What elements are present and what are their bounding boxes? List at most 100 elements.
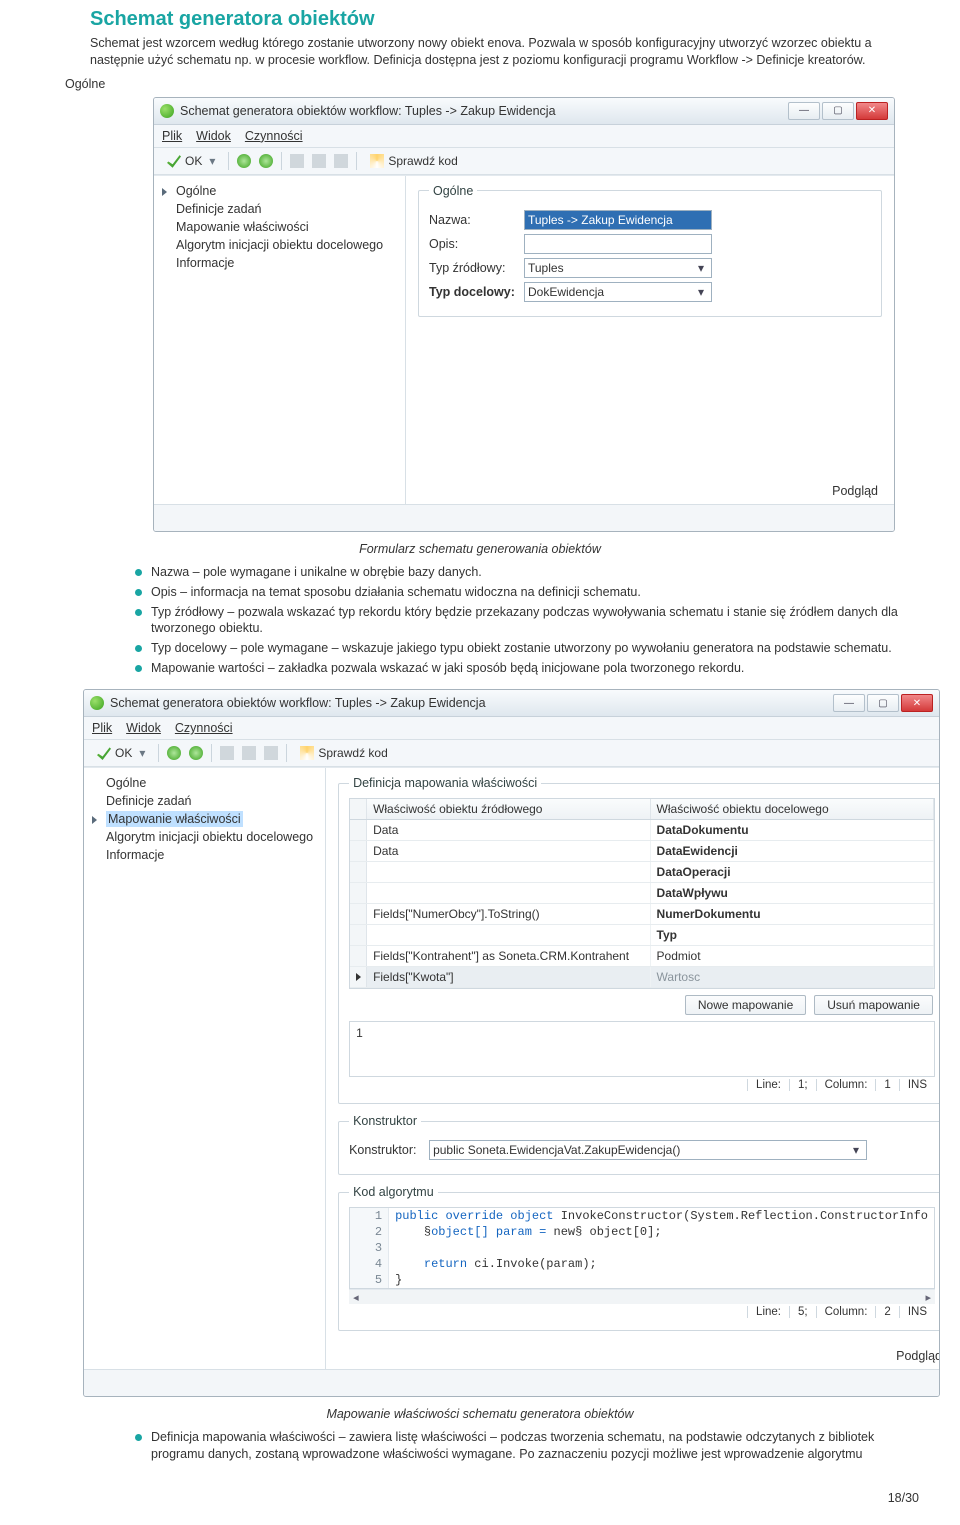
hscrollbar[interactable]: ◂▸ [349, 1289, 935, 1304]
window-title: Schemat generatora obiektów workflow: Tu… [180, 104, 556, 118]
dialog-footer [84, 1369, 939, 1396]
sidebar-item-mapping[interactable]: Mapowanie właściwości [160, 218, 395, 236]
menu-actions[interactable]: Czynności [245, 129, 303, 143]
preview-link[interactable]: Podgląd [832, 484, 878, 498]
bullet-item: Definicja mapowania właściwości – zawier… [135, 1429, 925, 1463]
sidebar-item-tasks[interactable]: Definicje zadań [160, 200, 395, 218]
figure-caption: Formularz schematu generowania obiektów [35, 542, 925, 556]
name-label: Nazwa: [429, 213, 524, 227]
desc-input[interactable] [524, 234, 712, 254]
dialog-footer [154, 504, 894, 531]
nav-fwd-icon[interactable] [259, 154, 273, 168]
table-row[interactable]: Fields["Kontrahent"] as Soneta.CRM.Kontr… [350, 946, 934, 967]
chevron-down-icon: ▾ [849, 1143, 863, 1157]
delete-mapping-button[interactable]: Usuń mapowanie [814, 995, 933, 1015]
menu-actions[interactable]: Czynności [175, 721, 233, 735]
table-row[interactable]: Fields["NumerObcy"].ToString()NumerDokum… [350, 904, 934, 925]
maximize-button[interactable]: ▢ [822, 102, 854, 120]
maximize-button[interactable]: ▢ [867, 694, 899, 712]
menu-view[interactable]: Widok [196, 129, 231, 143]
check-code-button[interactable]: Sprawdź kod [365, 153, 462, 169]
menu-file[interactable]: Plik [92, 721, 112, 735]
fieldset-legend: Kod algorytmu [349, 1185, 438, 1199]
wand-icon [370, 154, 384, 168]
sidebar-item-info[interactable]: Informacje [90, 846, 315, 864]
separator [158, 744, 159, 762]
src-type-combo[interactable]: Tuples▾ [524, 258, 712, 278]
intro-paragraph: Schemat jest wzorcem według którego zost… [35, 35, 925, 69]
ok-button[interactable]: OK▾ [92, 745, 150, 761]
fieldset-constructor: Konstruktor Konstruktor: public Soneta.E… [338, 1114, 940, 1175]
app-icon [160, 104, 174, 118]
menu-file[interactable]: Plik [162, 129, 182, 143]
row-selector-header [350, 799, 367, 819]
bullet-item: Typ źródłowy – pozwala wskazać typ rekor… [135, 604, 925, 638]
expression-editor[interactable]: 1 [349, 1021, 935, 1077]
titlebar: Schemat generatora obiektów workflow: Tu… [84, 690, 939, 717]
menubar: Plik Widok Czynności [84, 717, 939, 740]
editor-status: Line:1; Column:1 INS [349, 1077, 935, 1093]
table-row[interactable]: DataOperacji [350, 862, 934, 883]
column-src[interactable]: Właściwość obiektu źródłowego [367, 799, 650, 819]
sidebar-item-tasks[interactable]: Definicje zadań [90, 792, 315, 810]
separator [281, 152, 282, 170]
content-pane: Definicja mapowania właściwości Właściwo… [326, 768, 940, 1369]
fieldset-legend: Definicja mapowania właściwości [349, 776, 541, 790]
sidebar-item-general[interactable]: Ogólne [90, 774, 315, 792]
check-code-button[interactable]: Sprawdź kod [295, 745, 392, 761]
sidebar-item-init-algorithm[interactable]: Algorytm inicjacji obiektu docelowego [90, 828, 315, 846]
code-status: Line:5; Column:2 INS [349, 1304, 935, 1320]
ok-button[interactable]: OK▾ [162, 153, 220, 169]
check-icon [97, 746, 111, 760]
separator [286, 744, 287, 762]
name-input[interactable] [524, 210, 712, 230]
bullet-item: Nazwa – pole wymagane i unikalne w obręb… [135, 564, 925, 581]
dialog-schema-general: Schemat generatora obiektów workflow: Tu… [153, 97, 895, 532]
sidebar-item-info[interactable]: Informacje [160, 254, 395, 272]
close-button[interactable]: ✕ [856, 102, 888, 120]
separator [228, 152, 229, 170]
code-editor[interactable]: 1public override object InvokeConstructo… [349, 1207, 935, 1289]
sidebar-item-general[interactable]: Ogólne [160, 182, 395, 200]
mapping-grid[interactable]: Właściwość obiektu źródłowego Właściwość… [349, 798, 935, 989]
tool-icon[interactable] [290, 154, 304, 168]
dst-type-combo[interactable]: DokEwidencja▾ [524, 282, 712, 302]
nav-back-icon[interactable] [167, 746, 181, 760]
table-row[interactable]: Fields["Kwota"]Wartosc [350, 967, 934, 988]
sidebar-item-init-algorithm[interactable]: Algorytm inicjacji obiektu docelowego [160, 236, 395, 254]
app-icon [90, 696, 104, 710]
bullet-list: Definicja mapowania właściwości – zawier… [35, 1429, 925, 1463]
toolbar: OK▾ Sprawdź kod [154, 148, 894, 175]
menu-view[interactable]: Widok [126, 721, 161, 735]
table-row[interactable]: Typ [350, 925, 934, 946]
section-heading: Schemat generatora obiektów [35, 8, 925, 31]
table-row[interactable]: DataDataDokumentu [350, 820, 934, 841]
chevron-down-icon: ▾ [694, 285, 708, 299]
tool-icon[interactable] [220, 746, 234, 760]
check-icon [167, 154, 181, 168]
tool-icon[interactable] [264, 746, 278, 760]
constructor-combo[interactable]: public Soneta.EwidencjaVat.ZakupEwidencj… [429, 1140, 867, 1160]
table-row[interactable]: DataWpływu [350, 883, 934, 904]
dialog-schema-mapping: Schemat generatora obiektów workflow: Tu… [83, 689, 940, 1397]
separator [211, 744, 212, 762]
close-button[interactable]: ✕ [901, 694, 933, 712]
chevron-down-icon: ▾ [694, 261, 708, 275]
column-dst[interactable]: Właściwość obiektu docelowego [651, 799, 934, 819]
minimize-button[interactable]: — [788, 102, 820, 120]
table-row[interactable]: DataDataEwidencji [350, 841, 934, 862]
minimize-button[interactable]: — [833, 694, 865, 712]
tool-icon[interactable] [334, 154, 348, 168]
nav-back-icon[interactable] [237, 154, 251, 168]
new-mapping-button[interactable]: Nowe mapowanie [685, 995, 806, 1015]
preview-link[interactable]: Podgląd [896, 1349, 940, 1363]
toolbar: OK▾ Sprawdź kod [84, 740, 939, 767]
menubar: Plik Widok Czynności [154, 125, 894, 148]
bullet-item: Typ docelowy – pole wymagane – wskazuje … [135, 640, 925, 657]
nav-fwd-icon[interactable] [189, 746, 203, 760]
tool-icon[interactable] [242, 746, 256, 760]
bullet-list: Nazwa – pole wymagane i unikalne w obręb… [35, 564, 925, 677]
general-label: Ogólne [35, 77, 925, 91]
sidebar-item-mapping[interactable]: Mapowanie właściwości [90, 810, 315, 828]
tool-icon[interactable] [312, 154, 326, 168]
